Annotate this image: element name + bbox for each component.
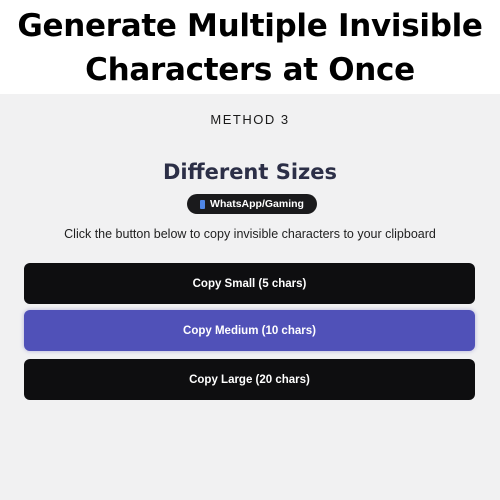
method-panel: METHOD 3 Different Sizes WhatsApp/Gaming… (0, 94, 500, 500)
copy-large-button[interactable]: Copy Large (20 chars) (24, 359, 475, 400)
section-title: Different Sizes (162, 160, 338, 184)
banner-title-line2: Characters at Once (85, 52, 415, 88)
platform-badge: WhatsApp/Gaming (187, 194, 317, 214)
phone-icon (200, 199, 206, 209)
copy-small-button[interactable]: Copy Small (5 chars) (24, 263, 475, 304)
banner-title: Generate Multiple Invisible Characters a… (0, 0, 500, 92)
platform-badge-label: WhatsApp/Gaming (210, 198, 304, 210)
banner-title-line1: Generate Multiple Invisible (17, 8, 483, 44)
copy-medium-button[interactable]: Copy Medium (10 chars) (24, 310, 475, 351)
method-label: METHOD 3 (210, 112, 290, 127)
banner: Generate Multiple Invisible Characters a… (0, 0, 500, 94)
instruction-text: Click the button below to copy invisible… (64, 227, 436, 241)
